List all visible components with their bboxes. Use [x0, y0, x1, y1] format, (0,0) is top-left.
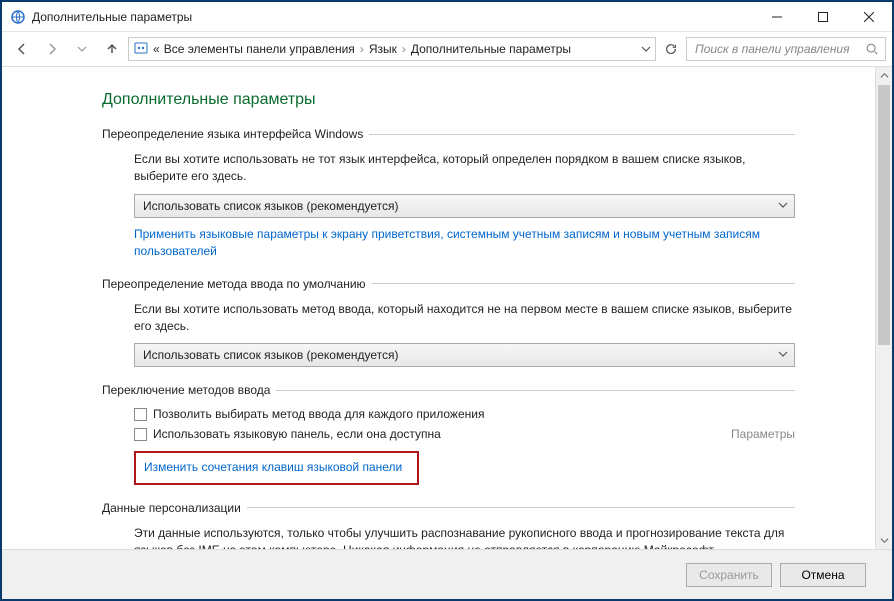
navbar: « Все элементы панели управления › Язык …: [2, 32, 892, 67]
up-button[interactable]: [98, 35, 126, 63]
per-app-input-checkbox[interactable]: [134, 408, 147, 421]
vertical-scrollbar[interactable]: [875, 67, 892, 549]
group-header-personalization: Данные персонализации: [102, 501, 241, 515]
group-default-input: Переопределение метода ввода по умолчани…: [102, 277, 795, 368]
app-icon: [10, 9, 26, 25]
apply-to-welcome-link[interactable]: Применить языковые параметры к экрану пр…: [134, 226, 795, 261]
checkbox-label: Позволить выбирать метод ввода для каждо…: [153, 407, 484, 421]
scrollbar-thumb[interactable]: [878, 85, 890, 345]
checkbox-label: Использовать языковую панель, если она д…: [153, 427, 441, 441]
language-bar-options-link[interactable]: Параметры: [731, 427, 795, 441]
titlebar: Дополнительные параметры: [2, 2, 892, 32]
group-header-switching: Переключение методов ввода: [102, 383, 270, 397]
ui-language-dropdown[interactable]: Использовать список языков (рекомендуетс…: [134, 194, 795, 218]
breadcrumb-item-advanced[interactable]: Дополнительные параметры: [411, 42, 571, 56]
close-button[interactable]: [846, 2, 892, 32]
recent-locations-button[interactable]: [68, 35, 96, 63]
group-switching: Переключение методов ввода Позволить выб…: [102, 383, 795, 484]
maximize-button[interactable]: [800, 2, 846, 32]
search-box[interactable]: [686, 37, 886, 61]
forward-button[interactable]: [38, 35, 66, 63]
dropdown-value: Использовать список языков (рекомендуетс…: [143, 348, 399, 362]
group-header-default-input: Переопределение метода ввода по умолчани…: [102, 277, 366, 291]
help-text: Если вы хотите использовать метод ввода,…: [134, 301, 795, 336]
scroll-down-icon[interactable]: [876, 532, 892, 549]
breadcrumb[interactable]: « Все элементы панели управления › Язык …: [128, 37, 656, 61]
refresh-button[interactable]: [658, 37, 684, 61]
cancel-button[interactable]: Отмена: [780, 563, 866, 587]
breadcrumb-item-all[interactable]: Все элементы панели управления: [164, 42, 355, 56]
control-panel-icon: [133, 41, 149, 57]
chevron-down-icon: [778, 199, 788, 213]
change-hotkeys-link[interactable]: Изменить сочетания клавиш языковой панел…: [144, 460, 402, 474]
highlight-annotation: Изменить сочетания клавиш языковой панел…: [134, 451, 419, 484]
group-personalization: Данные персонализации Эти данные использ…: [102, 501, 795, 549]
save-button[interactable]: Сохранить: [686, 563, 772, 587]
minimize-button[interactable]: [754, 2, 800, 32]
back-button[interactable]: [8, 35, 36, 63]
page-title: Дополнительные параметры: [102, 91, 795, 109]
footer: Сохранить Отмена: [2, 549, 892, 599]
scroll-up-icon[interactable]: [876, 67, 892, 84]
breadcrumb-prefix: «: [153, 42, 160, 56]
dropdown-value: Использовать список языков (рекомендуетс…: [143, 199, 399, 213]
chevron-right-icon: ›: [402, 42, 406, 56]
default-input-dropdown[interactable]: Использовать список языков (рекомендуетс…: [134, 343, 795, 367]
group-header-ui-lang: Переопределение языка интерфейса Windows: [102, 127, 363, 141]
language-bar-checkbox[interactable]: [134, 428, 147, 441]
group-ui-language: Переопределение языка интерфейса Windows…: [102, 127, 795, 261]
content-area: Дополнительные параметры Переопределение…: [2, 67, 875, 549]
search-input[interactable]: [693, 41, 865, 57]
chevron-right-icon: ›: [360, 42, 364, 56]
help-text: Если вы хотите использовать не тот язык …: [134, 151, 795, 186]
chevron-down-icon[interactable]: [641, 44, 651, 54]
breadcrumb-item-language[interactable]: Язык: [369, 42, 397, 56]
personalization-text: Эти данные используются, только чтобы ул…: [134, 525, 795, 549]
window-title: Дополнительные параметры: [32, 10, 754, 24]
search-icon: [865, 42, 879, 56]
chevron-down-icon: [778, 348, 788, 362]
